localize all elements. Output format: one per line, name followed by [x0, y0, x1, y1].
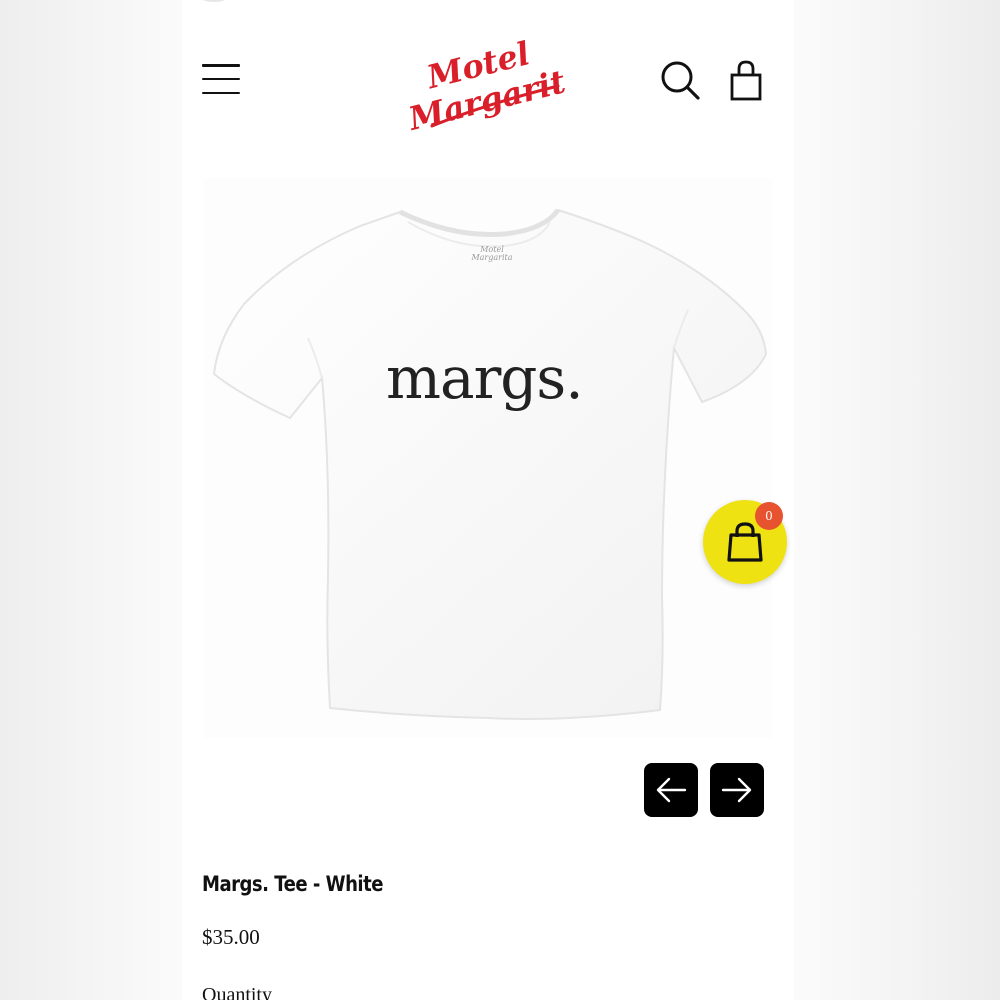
- shirt-print-text: margs.: [386, 344, 584, 412]
- tshirt-image: [212, 208, 768, 720]
- menu-bar: [202, 77, 240, 81]
- collar-tag: Motel Margarita: [466, 246, 518, 262]
- arrow-left-icon: [656, 777, 687, 803]
- status-bar-sliver: [200, 0, 228, 2]
- product-image[interactable]: Motel Margarita margs.: [204, 178, 772, 738]
- menu-bar: [202, 64, 240, 67]
- cart-count-badge: 0: [755, 502, 783, 530]
- quantity-label: Quantity: [202, 984, 272, 1000]
- product-price: $35.00: [202, 925, 260, 949]
- motel-margarita-logo[interactable]: Motel Margarita: [396, 28, 566, 132]
- product-title: Margs. Tee - White: [202, 872, 383, 896]
- backdrop-right: [794, 0, 1000, 1000]
- search-icon[interactable]: [658, 58, 702, 102]
- product-page: Motel Margarita Motel Margarita margs. 0…: [182, 0, 794, 1000]
- backdrop-left: [0, 0, 182, 1000]
- shopping-bag-icon[interactable]: [728, 58, 764, 102]
- previous-image-button[interactable]: [644, 763, 698, 817]
- collar-tag-line2: Margarita: [471, 253, 513, 262]
- arrow-right-icon: [721, 777, 752, 803]
- menu-bar: [202, 91, 240, 94]
- next-image-button[interactable]: [710, 763, 764, 817]
- hamburger-icon[interactable]: [202, 64, 240, 94]
